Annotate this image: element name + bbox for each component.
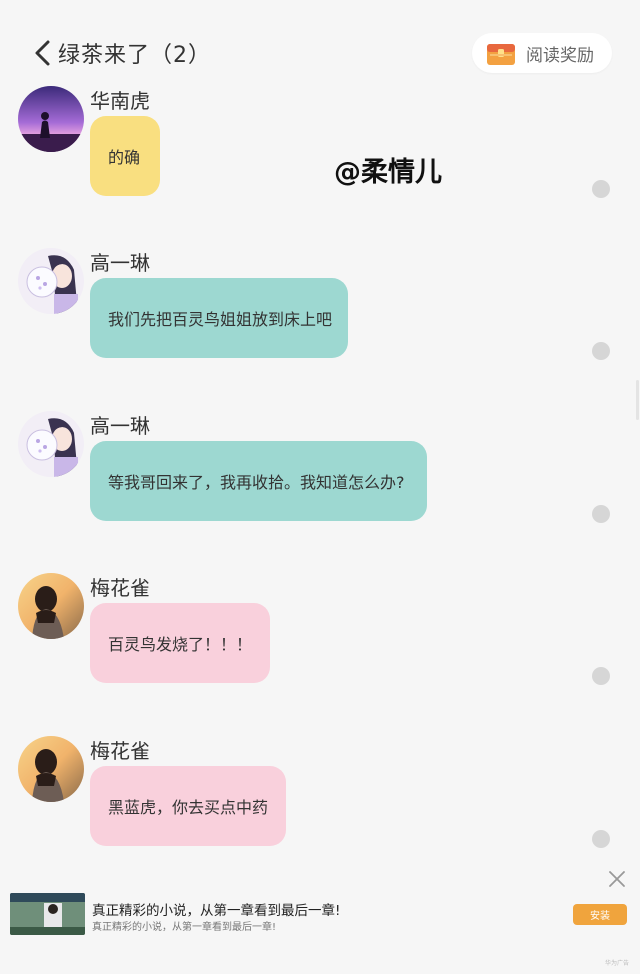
- install-button[interactable]: 安装: [573, 904, 627, 925]
- chat-message: 高一琳 我们先把百灵鸟姐姐放到床上吧: [0, 248, 640, 408]
- message-status-dot[interactable]: [592, 667, 610, 685]
- sender-name: 梅花雀: [90, 576, 150, 600]
- avatar[interactable]: [18, 736, 84, 802]
- ad-thumbnail[interactable]: [10, 893, 85, 935]
- ad-banner[interactable]: 真正精彩的小说，从第一章看到最后一章! 真正精彩的小说，从第一章看到最后一章! …: [0, 871, 640, 974]
- close-icon[interactable]: [607, 869, 627, 889]
- anime-girl-avatar-image: [18, 248, 84, 314]
- chat-message: 华南虎 的确: [0, 86, 640, 246]
- message-status-dot[interactable]: [592, 180, 610, 198]
- avatar[interactable]: [18, 411, 84, 477]
- ad-title: 真正精彩的小说，从第一章看到最后一章!: [92, 903, 341, 919]
- reading-reward-button[interactable]: 阅读奖励: [472, 33, 612, 73]
- sender-name: 高一琳: [90, 251, 150, 275]
- ad-subtitle: 真正精彩的小说，从第一章看到最后一章!: [92, 922, 277, 933]
- reading-reward-label: 阅读奖励: [526, 45, 594, 66]
- purple-sunset-avatar-image: [18, 86, 84, 152]
- message-bubble[interactable]: 等我哥回来了，我再收拾。我知道怎么办?: [90, 441, 427, 521]
- avatar[interactable]: [18, 86, 84, 152]
- message-status-dot[interactable]: [592, 342, 610, 360]
- message-bubble[interactable]: 百灵鸟发烧了！！！: [90, 603, 270, 683]
- anime-girl-avatar-image: [18, 411, 84, 477]
- ad-source-tag: 华为广告: [605, 960, 630, 967]
- avatar[interactable]: [18, 248, 84, 314]
- sender-name: 高一琳: [90, 414, 150, 438]
- chat-title: 绿茶来了（2）: [58, 43, 211, 68]
- back-chevron-icon[interactable]: [30, 38, 56, 68]
- scrollbar[interactable]: [636, 380, 639, 420]
- chat-message: 梅花雀 黑蓝虎，你去买点中药: [0, 736, 640, 896]
- message-status-dot[interactable]: [592, 830, 610, 848]
- avatar[interactable]: [18, 573, 84, 639]
- chat-message: 高一琳 等我哥回来了，我再收拾。我知道怎么办?: [0, 411, 640, 571]
- message-bubble[interactable]: 我们先把百灵鸟姐姐放到床上吧: [90, 278, 348, 358]
- message-status-dot[interactable]: [592, 505, 610, 523]
- girl-sunset-avatar-image: [18, 736, 84, 802]
- message-bubble[interactable]: 黑蓝虎，你去买点中药: [90, 766, 286, 846]
- treasure-chest-icon: [487, 44, 515, 65]
- ad-thumbnail-image: [10, 893, 85, 935]
- sender-name: 梅花雀: [90, 739, 150, 763]
- girl-sunset-avatar-image: [18, 573, 84, 639]
- sender-name: 华南虎: [90, 89, 150, 113]
- chat-message: 梅花雀 百灵鸟发烧了！！！: [0, 573, 640, 733]
- message-bubble[interactable]: 的确: [90, 116, 160, 196]
